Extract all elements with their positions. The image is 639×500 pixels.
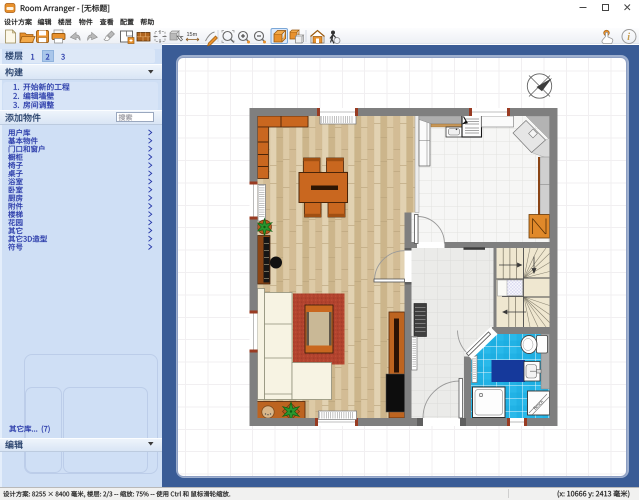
svg-text:15m: 15m (187, 32, 198, 38)
svg-text:i: i (627, 32, 630, 43)
